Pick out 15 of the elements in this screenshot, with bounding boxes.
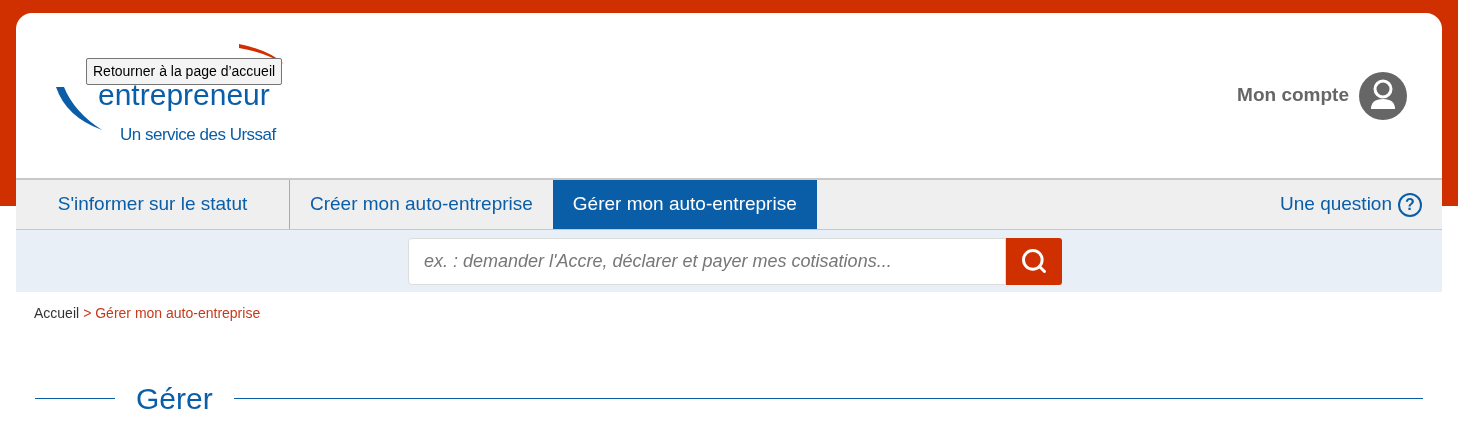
nav-tab[interactable]: Créer mon auto-entreprise — [290, 180, 553, 229]
section-title: Gérer — [135, 381, 214, 417]
search-field[interactable]: ex. : demander l'Accre, déclarer et payer mes cotisations... — [408, 237, 1006, 285]
search-button[interactable] — [1006, 237, 1062, 285]
question-link[interactable]: Une question ? — [1280, 180, 1442, 229]
nav-tab[interactable]: S'informer sur le statut — [16, 180, 290, 229]
breadcrumb-link[interactable]: Accueil — [34, 303, 80, 324]
nav-tab[interactable]: Gérer mon auto-entreprise — [552, 180, 817, 229]
account-button[interactable]: Mon compte — [1237, 71, 1407, 120]
search-icon — [1020, 247, 1048, 275]
help-icon: ? — [1398, 192, 1422, 217]
tooltip: Retourner à la page d’accueil — [86, 58, 283, 85]
logo-tagline: Un service des Urssaf — [120, 125, 276, 143]
breadcrumb-current: > Gérer mon auto-entreprise — [83, 304, 261, 323]
user-icon — [1359, 71, 1407, 120]
